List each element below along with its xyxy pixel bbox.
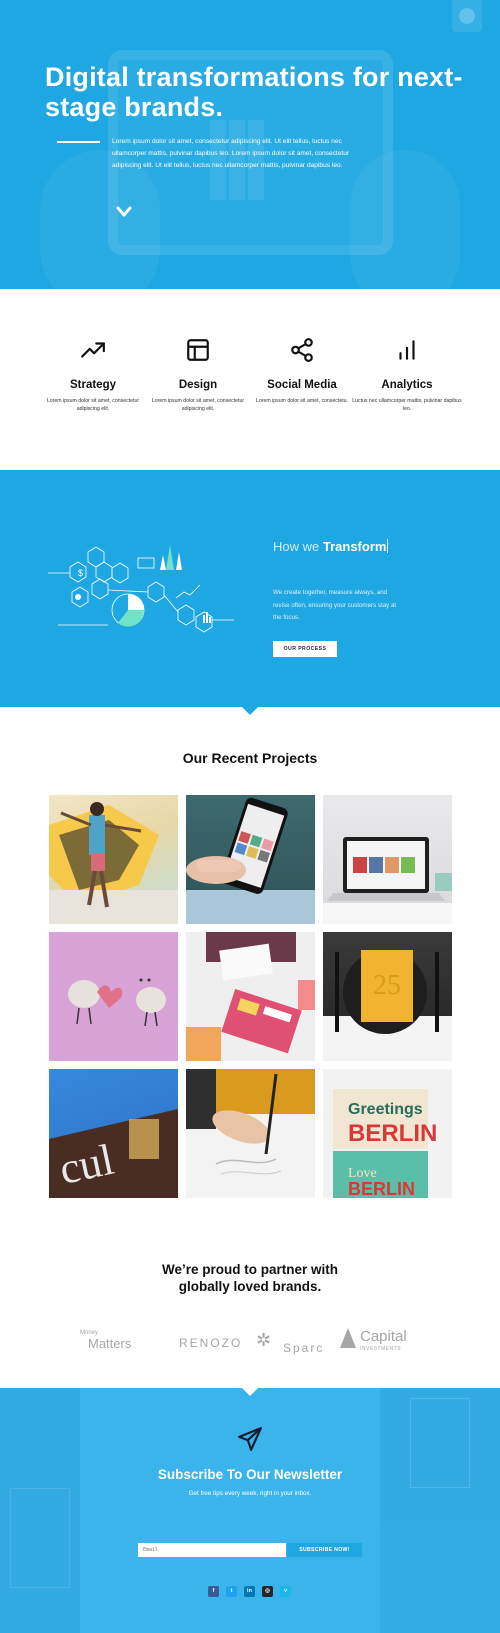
logo-name: Capital xyxy=(360,1328,407,1345)
chevron-down-icon[interactable] xyxy=(116,206,132,218)
hero-title: Digital transformations for next-stage b… xyxy=(45,62,463,122)
projects-grid: 25 cul Greetings BERLIN Love BERLIN xyxy=(49,795,452,1198)
vimeo-icon[interactable]: v xyxy=(280,1586,291,1597)
capital-mark-icon xyxy=(340,1328,356,1348)
avatar-icon xyxy=(459,8,475,24)
service-title: Analytics xyxy=(381,379,433,391)
project-tile-building[interactable]: cul xyxy=(49,1069,178,1198)
email-field[interactable] xyxy=(138,1543,286,1557)
sparc-mark-icon: ✲ xyxy=(256,1330,272,1350)
project-tile-book[interactable]: 25 xyxy=(323,932,452,1061)
project-tile-toys[interactable] xyxy=(49,932,178,1061)
transform-section: $ How we Transform We create together, m… xyxy=(0,470,500,715)
newsletter-title: Subscribe To Our Newsletter xyxy=(157,1467,343,1482)
service-title: Strategy xyxy=(69,379,117,391)
logo-name: Sparc xyxy=(283,1341,325,1355)
project-tile-postcards[interactable]: Greetings BERLIN Love BERLIN xyxy=(323,1069,452,1198)
our-process-button[interactable]: OUR PROCESS xyxy=(273,641,337,657)
twitter-icon[interactable]: t xyxy=(226,1586,237,1597)
service-text: Luctus nec ullamcorper mattis, pulvinar … xyxy=(352,398,462,413)
service-text: Lorem ipsum dolor sit amet, consectetu. xyxy=(256,398,348,404)
project-image xyxy=(186,1069,282,1175)
facebook-icon[interactable]: f xyxy=(208,1586,219,1597)
logo-money-matters[interactable]: Money Matters xyxy=(80,1330,131,1351)
project-tile-dancer[interactable] xyxy=(49,795,178,924)
service-strategy: Strategy Lorem ipsum dolor sit amet, con… xyxy=(38,337,148,414)
background-photo xyxy=(10,1488,70,1588)
services-section: Strategy Lorem ipsum dolor sit amet, con… xyxy=(0,289,500,470)
svg-text:$: $ xyxy=(78,568,83,578)
transform-heading: How we Transform xyxy=(273,539,389,554)
analytics-network-illustration: $ xyxy=(48,545,234,633)
service-social-media: Social Media Lorem ipsum dolor sit amet,… xyxy=(247,337,357,405)
project-tile-phone[interactable] xyxy=(186,795,315,924)
section-notch xyxy=(242,707,258,715)
projects-title: Our Recent Projects xyxy=(182,750,318,766)
service-title: Social Media xyxy=(267,379,337,391)
service-title: Design xyxy=(178,379,218,391)
layout-icon xyxy=(187,339,209,361)
project-image: Greetings BERLIN Love BERLIN xyxy=(323,1069,452,1198)
newsletter-section: Subscribe To Our Newsletter Get free tip… xyxy=(0,1388,500,1633)
section-notch xyxy=(242,1388,258,1396)
partners-title-line1: We’re proud to partner with xyxy=(161,1262,338,1277)
svg-text:BERLIN: BERLIN xyxy=(348,1179,415,1198)
corner-avatar-button[interactable] xyxy=(452,0,482,32)
trending-up-icon xyxy=(81,342,105,358)
logo-renozo[interactable]: RENOZO xyxy=(179,1336,242,1350)
partners-title: We’re proud to partner with globally love… xyxy=(0,1261,500,1295)
service-design: Design Lorem ipsum dolor sit amet, conse… xyxy=(143,337,253,414)
paper-plane-icon xyxy=(238,1427,262,1451)
service-text: Lorem ipsum dolor sit amet, consectetur … xyxy=(46,398,140,413)
transform-heading-highlight: Transform xyxy=(322,539,387,554)
svg-text:Greetings: Greetings xyxy=(348,1101,423,1118)
service-analytics: Analytics Luctus nec ullamcorper mattis,… xyxy=(352,337,462,414)
project-tile-magazines[interactable] xyxy=(186,932,315,1061)
hero-divider xyxy=(57,141,100,143)
bar-chart-icon xyxy=(399,340,415,360)
svg-text:BERLIN: BERLIN xyxy=(348,1120,437,1147)
project-image xyxy=(186,932,315,1061)
subscribe-button[interactable]: SUBSCRIBE NOW! xyxy=(287,1543,362,1557)
typing-cursor xyxy=(387,539,389,553)
project-tile-drawing[interactable] xyxy=(186,1069,315,1198)
hero-lead: Lorem ipsum dolor sit amet, consectetur … xyxy=(112,138,350,169)
newsletter-tips: Get free tips every week, right in your … xyxy=(188,1490,312,1497)
svg-text:25: 25 xyxy=(373,970,401,1001)
project-image xyxy=(49,802,178,924)
instagram-icon[interactable]: ◎ xyxy=(262,1586,273,1597)
transform-heading-prefix: How we xyxy=(273,539,323,554)
project-image xyxy=(323,837,452,924)
transform-text: We create together, measure always, and … xyxy=(273,589,397,621)
partners-title-line2: globally loved brands. xyxy=(178,1279,322,1294)
linkedin-icon[interactable]: in xyxy=(244,1586,255,1597)
share-icon xyxy=(291,338,313,362)
logo-small-text: INVESTMENTS xyxy=(360,1346,402,1352)
project-image xyxy=(186,797,315,924)
project-tile-laptop[interactable] xyxy=(323,795,452,924)
logo-name: Matters xyxy=(88,1336,132,1351)
project-image: cul xyxy=(49,1069,178,1198)
service-text: Lorem ipsum dolor sit amet, consectetur … xyxy=(151,398,245,413)
project-image xyxy=(68,978,166,1027)
project-image: 25 xyxy=(335,950,439,1034)
hero-section: Digital transformations for next-stage b… xyxy=(0,0,500,289)
